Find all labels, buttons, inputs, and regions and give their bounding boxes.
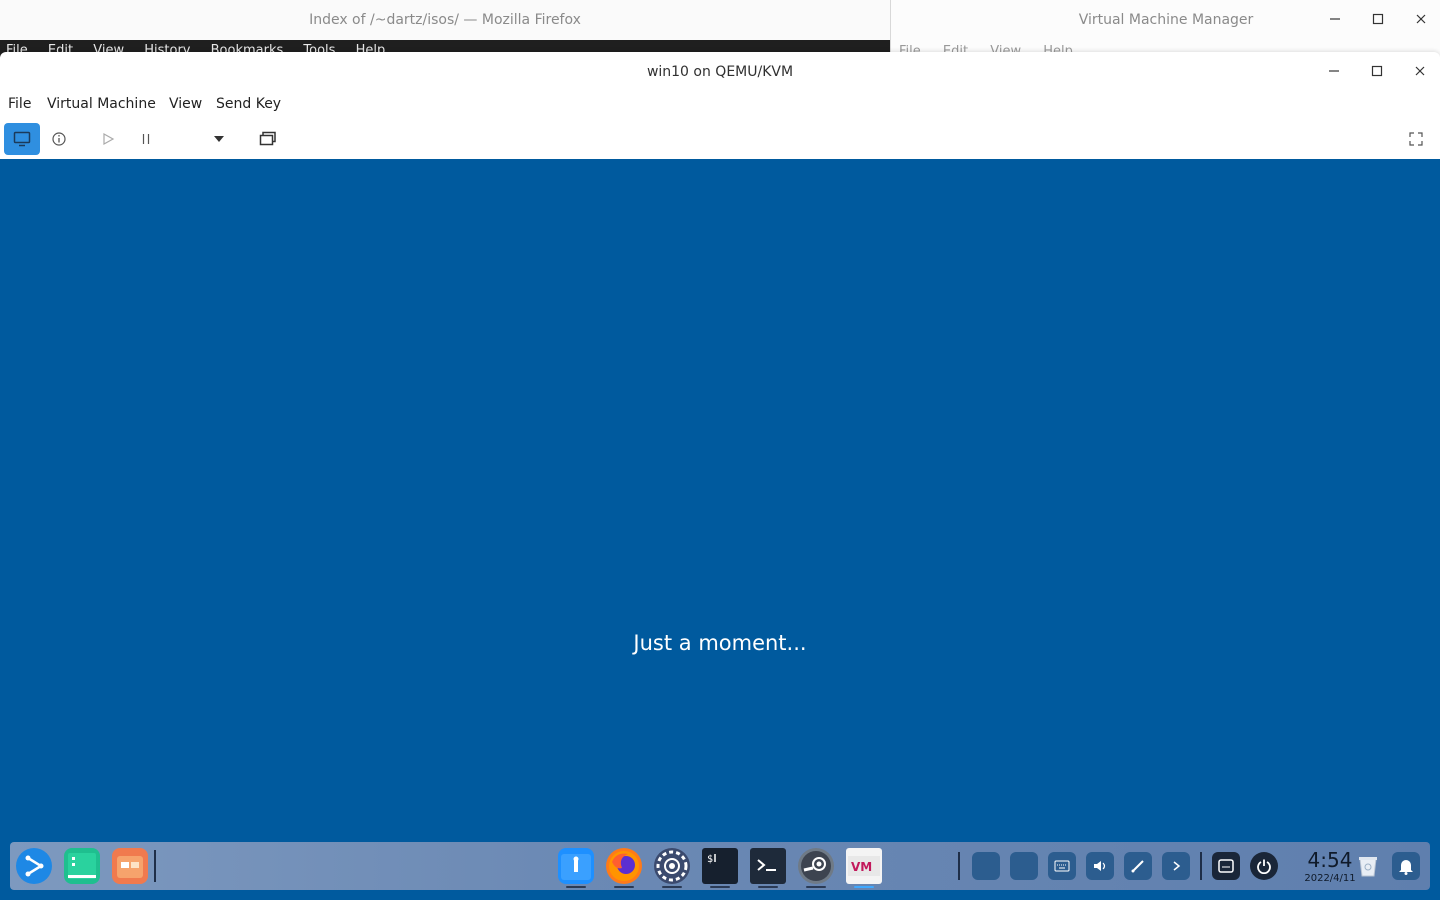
- keyboard-icon[interactable]: [1048, 852, 1076, 880]
- dock: $ VM 4:54 2022/4/11: [10, 842, 1430, 890]
- shutdown-dropdown-button[interactable]: [203, 123, 235, 155]
- fullscreen-icon: [1409, 132, 1423, 146]
- volume-icon[interactable]: [1086, 852, 1114, 880]
- guest-status-message: Just a moment...: [633, 631, 807, 655]
- menu-file[interactable]: File: [8, 96, 31, 112]
- snapshots-icon: [259, 131, 276, 146]
- fullscreen-button[interactable]: [1400, 123, 1432, 155]
- running-indicator: [710, 886, 730, 888]
- launcher-icon[interactable]: [16, 848, 52, 884]
- window-title: win10 on QEMU/KVM: [646, 64, 794, 80]
- menu-send-key[interactable]: Send Key: [216, 96, 281, 112]
- run-button[interactable]: [92, 123, 124, 155]
- snapshots-button[interactable]: [252, 123, 284, 155]
- notification-bell-icon[interactable]: [1392, 852, 1420, 880]
- multitasking-view-icon[interactable]: [64, 848, 100, 884]
- trash-icon[interactable]: [1354, 852, 1382, 880]
- running-indicator: [758, 886, 778, 888]
- info-icon: [52, 132, 66, 146]
- guest-display[interactable]: Just a moment...: [0, 159, 1440, 900]
- running-indicator: [806, 886, 826, 888]
- minimize-icon[interactable]: [1324, 62, 1344, 82]
- steam-icon[interactable]: [798, 848, 834, 884]
- toolbar: [0, 123, 1440, 155]
- menu-virtual-machine[interactable]: Virtual Machine: [47, 96, 156, 112]
- deepin-terminal-icon[interactable]: [750, 848, 786, 884]
- running-indicator: [614, 886, 634, 888]
- app-store-icon[interactable]: [112, 848, 148, 884]
- console-icon: [13, 131, 31, 147]
- tray-app-icon[interactable]: [1010, 852, 1038, 880]
- terminal-icon[interactable]: $: [702, 848, 738, 884]
- settings-icon[interactable]: [654, 848, 690, 884]
- pause-icon: [142, 134, 150, 144]
- details-button[interactable]: [43, 123, 75, 155]
- firefox-icon[interactable]: [606, 848, 642, 884]
- maximize-icon[interactable]: [1367, 62, 1387, 82]
- menu-view[interactable]: View: [169, 96, 202, 112]
- screenshot-icon[interactable]: [1124, 852, 1152, 880]
- vm-console-window: win10 on QEMU/KVM File Virtual Machine V…: [0, 52, 1440, 159]
- dock-separator: [1200, 852, 1202, 880]
- show-desktop-icon[interactable]: [1212, 852, 1240, 880]
- file-manager-icon[interactable]: [558, 848, 594, 884]
- vmm-close-icon[interactable]: [1411, 10, 1431, 30]
- close-icon[interactable]: [1410, 62, 1430, 82]
- virt-manager-icon[interactable]: VM: [846, 848, 882, 884]
- background-firefox-window[interactable]: Index of /~dartz/isos/ — Mozilla Firefox…: [0, 0, 890, 60]
- dock-separator: [958, 852, 960, 880]
- firefox-window-title: Index of /~dartz/isos/ — Mozilla Firefox: [309, 12, 581, 28]
- background-vmm-window[interactable]: Virtual Machine Manager File Edit View H…: [890, 0, 1440, 60]
- pause-button[interactable]: [130, 123, 162, 155]
- svg-text:$: $: [707, 854, 713, 865]
- console-button[interactable]: [4, 123, 40, 155]
- play-icon: [103, 132, 115, 146]
- running-indicator: [662, 886, 682, 888]
- active-indicator: [854, 886, 874, 888]
- chevron-right-icon[interactable]: [1162, 852, 1190, 880]
- dock-separator: [154, 850, 156, 882]
- vmm-minimize-icon[interactable]: [1325, 10, 1345, 30]
- chevron-down-icon: [214, 136, 224, 142]
- vmm-window-title: Virtual Machine Manager: [1078, 12, 1254, 28]
- tray-app-icon[interactable]: [972, 852, 1000, 880]
- running-indicator: [566, 886, 586, 888]
- power-icon[interactable]: [1250, 852, 1278, 880]
- vmm-maximize-icon[interactable]: [1368, 10, 1388, 30]
- svg-text:VM: VM: [851, 860, 872, 874]
